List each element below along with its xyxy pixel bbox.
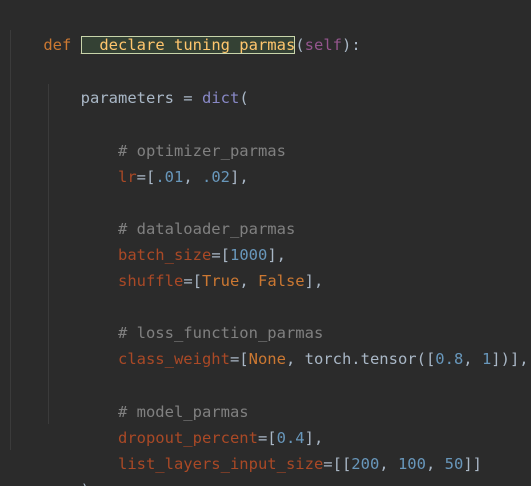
code-line-comment-optimizer[interactable]: # optimizer_parmas [6, 112, 286, 160]
code-line-list-layers[interactable]: list_layers_input_size=[[200, 100, 50]] [6, 425, 482, 473]
arg-list-layers-input-size: list_layers_input_size [117, 455, 324, 473]
code-line-close-paren[interactable]: ) [6, 451, 90, 486]
self-param: self [304, 36, 342, 54]
builtin-dict: dict [201, 89, 240, 107]
code-line-class-weight[interactable]: class_weight=[None, torch.tensor([0.8, 1… [6, 320, 529, 368]
code-line-lr[interactable]: lr=[.01, .02], [6, 138, 249, 186]
code-line-comment-model[interactable]: # model_parmas [6, 373, 249, 421]
code-line-dropout[interactable]: dropout_percent=[0.4], [6, 399, 323, 447]
code-line-comment-loss[interactable]: # loss_function_parmas [6, 294, 323, 342]
arg-shuffle: shuffle [117, 272, 184, 290]
code-line-batch-size[interactable]: batch_size=[1000], [6, 216, 286, 264]
function-name[interactable]: __declare_tuning_parmas [80, 36, 296, 54]
code-line-shuffle[interactable]: shuffle=[True, False], [6, 242, 323, 290]
arg-lr: lr [117, 168, 137, 186]
keyword-def: def [43, 36, 72, 54]
arg-class-weight: class_weight [117, 350, 230, 368]
code-line-parameters[interactable]: parameters = dict( [6, 59, 249, 107]
code-editor[interactable]: def __declare_tuning_parmas(self): param… [0, 0, 531, 486]
code-line-def[interactable]: def __declare_tuning_parmas(self): [6, 6, 361, 54]
variable-parameters: parameters = [80, 89, 202, 107]
code-line-comment-dataloader[interactable]: # dataloader_parmas [6, 190, 295, 238]
